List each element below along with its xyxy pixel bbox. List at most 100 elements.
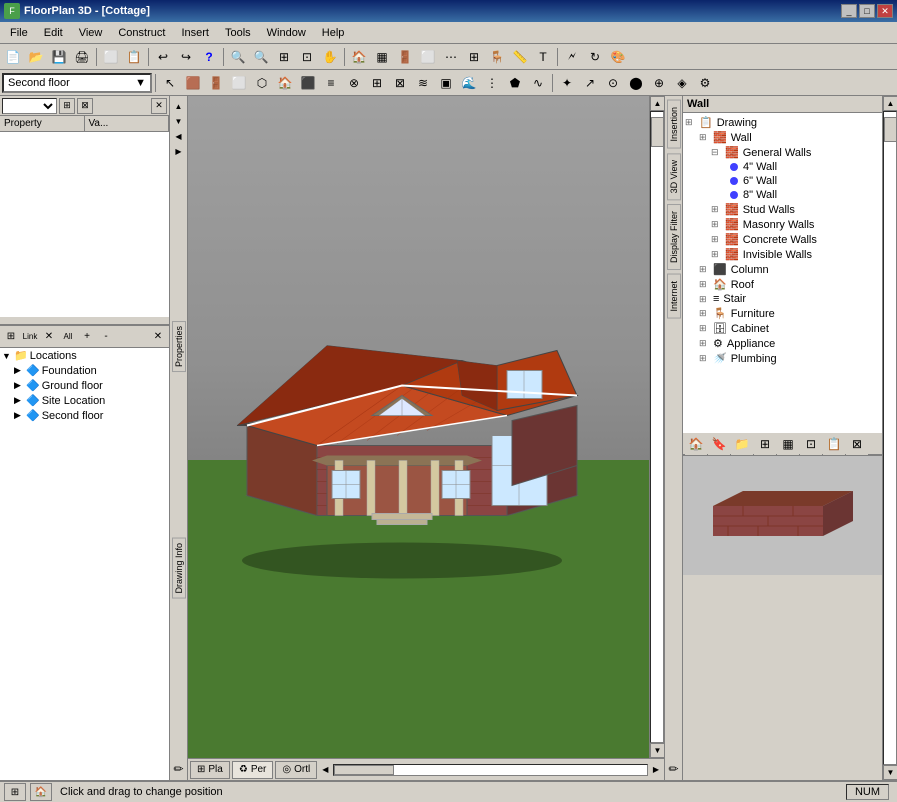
obj-plumbing[interactable]: ⊞ 🚿 Plumbing	[685, 351, 880, 366]
tree-link[interactable]: Link	[21, 328, 39, 346]
tool5[interactable]: 🌊	[458, 72, 480, 94]
obj-6wall[interactable]: 6" Wall	[685, 174, 880, 188]
prop-dropdown[interactable]	[2, 98, 57, 114]
door-button[interactable]: 🚪	[394, 46, 416, 68]
prop-btn2[interactable]: ⊠	[77, 98, 93, 114]
obj-concrete-walls[interactable]: ⊞ 🧱 Concrete Walls	[685, 232, 880, 247]
3d-view-button[interactable]: 🗲	[561, 46, 583, 68]
prev-btn4[interactable]: ⊞	[754, 433, 776, 455]
obj-masonry-walls[interactable]: ⊞ 🧱 Masonry Walls	[685, 217, 880, 232]
tool10[interactable]: ⊙	[602, 72, 624, 94]
plan-tab[interactable]: ⊞ Pla	[190, 761, 230, 779]
h-scroll-thumb[interactable]	[334, 765, 394, 775]
render-button[interactable]: ✦	[556, 72, 578, 94]
maximize-button[interactable]: □	[859, 4, 875, 18]
3dview-tab[interactable]: 3D View	[667, 153, 681, 200]
draw-icon[interactable]: ✏	[173, 762, 183, 776]
pan-button[interactable]: ✋	[319, 46, 341, 68]
tree-all[interactable]: All	[59, 328, 77, 346]
menu-tools[interactable]: Tools	[217, 25, 259, 41]
status-icon1[interactable]: ⊞	[4, 783, 26, 801]
column-button[interactable]: ⬛	[297, 72, 319, 94]
tool1[interactable]: ⊞	[366, 72, 388, 94]
tree-site[interactable]: ▶ 🔷 Site Location	[0, 393, 169, 408]
prev-btn3[interactable]: 📁	[731, 433, 753, 455]
tool7[interactable]: ⬟	[504, 72, 526, 94]
tool3[interactable]: ≋	[412, 72, 434, 94]
menu-edit[interactable]: Edit	[36, 25, 71, 41]
internet-tab[interactable]: Internet	[667, 274, 681, 319]
obj-4wall[interactable]: 4" Wall	[685, 160, 880, 174]
viewport-vscroll[interactable]: ▲ ▼	[649, 96, 664, 758]
furniture-button[interactable]: 🪑	[486, 46, 508, 68]
menu-construct[interactable]: Construct	[110, 25, 173, 41]
tree-second[interactable]: ▶ 🔷 Second floor	[0, 408, 169, 423]
tree-foundation[interactable]: ▶ 🔷 Foundation	[0, 363, 169, 378]
stair2-button[interactable]: ≡	[320, 72, 342, 94]
zoom-in-button[interactable]: 🔍	[227, 46, 249, 68]
tree-close[interactable]: ✕	[149, 328, 167, 346]
tool13[interactable]: ◈	[671, 72, 693, 94]
print-button[interactable]: 🖨	[71, 46, 93, 68]
save-button[interactable]: 💾	[48, 46, 70, 68]
vscroll-down[interactable]: ▼	[650, 743, 664, 758]
prev-btn6[interactable]: ⊡	[800, 433, 822, 455]
prev-btn5[interactable]: ▦	[777, 433, 799, 455]
right-draw-icon[interactable]: ✏	[668, 762, 678, 776]
house-icon[interactable]: 🏠	[348, 46, 370, 68]
obj-appliance[interactable]: ⊞ ⚙ Appliance	[685, 336, 880, 351]
tab-scroll-left[interactable]: ◀	[319, 765, 331, 774]
prev-btn1[interactable]: 🏠	[685, 433, 707, 455]
prev-btn8[interactable]: ⊠	[846, 433, 868, 455]
fixture-button[interactable]: ⊗	[343, 72, 365, 94]
tree-ground[interactable]: ▶ 🔷 Ground floor	[0, 378, 169, 393]
tree-delete[interactable]: ✕	[40, 328, 58, 346]
roof-button[interactable]: 🏠	[274, 72, 296, 94]
text-button[interactable]: T	[532, 46, 554, 68]
close-button[interactable]: ✕	[877, 4, 893, 18]
display-filter-tab[interactable]: Display Filter	[667, 204, 681, 270]
menu-insert[interactable]: Insert	[173, 25, 217, 41]
tool11[interactable]: ⬤	[625, 72, 647, 94]
left-arrow-left[interactable]: ▶	[175, 145, 181, 158]
status-icon2[interactable]: 🏠	[30, 783, 52, 801]
tree-pointer[interactable]: ⊞	[2, 328, 20, 346]
insertion-tab[interactable]: Insertion	[667, 100, 681, 149]
obj-stud-walls[interactable]: ⊞ 🧱 Stud Walls	[685, 202, 880, 217]
measure-button[interactable]: 📏	[509, 46, 531, 68]
cube-button[interactable]: 🟫	[182, 72, 204, 94]
rotate-button[interactable]: ↻	[584, 46, 606, 68]
left-arrow-up[interactable]: ▲	[175, 100, 183, 113]
obj-furniture[interactable]: ⊞ 🪑 Furniture	[685, 306, 880, 321]
tool14[interactable]: ⚙	[694, 72, 716, 94]
prop-btn1[interactable]: ⊞	[59, 98, 75, 114]
tool6[interactable]: ⋮	[481, 72, 503, 94]
obj-invisible-walls[interactable]: ⊞ 🧱 Invisible Walls	[685, 247, 880, 262]
minimize-button[interactable]: _	[841, 4, 857, 18]
obj-scroll-thumb[interactable]	[884, 117, 897, 142]
left-arrow-down[interactable]: ▼	[175, 115, 183, 128]
door2-button[interactable]: 🚪	[205, 72, 227, 94]
menu-file[interactable]: File	[2, 25, 36, 41]
tool2[interactable]: ⊠	[389, 72, 411, 94]
stair-button[interactable]: ⋯	[440, 46, 462, 68]
zoom-out-button[interactable]: 🔍	[250, 46, 272, 68]
select-button[interactable]: ↖	[159, 72, 181, 94]
tree-minus[interactable]: -	[97, 328, 115, 346]
tool9[interactable]: ↗	[579, 72, 601, 94]
properties-tab[interactable]: Properties	[172, 321, 186, 372]
vscroll-up[interactable]: ▲	[650, 96, 664, 111]
menu-view[interactable]: View	[71, 25, 111, 41]
new-button[interactable]: 📄	[2, 46, 24, 68]
viewport-canvas[interactable]: ▲ ▼	[188, 96, 664, 758]
obj-general-walls[interactable]: ⊟ 🧱 General Walls	[685, 145, 880, 160]
zoom-fit-button[interactable]: ⊞	[273, 46, 295, 68]
shape-button[interactable]: ⬡	[251, 72, 273, 94]
prop-close[interactable]: ✕	[151, 98, 167, 114]
open-button[interactable]: 📂	[25, 46, 47, 68]
obj-scroll-up[interactable]: ▲	[883, 96, 897, 111]
drawing-info-tab[interactable]: Drawing Info	[172, 538, 186, 599]
vscroll-thumb[interactable]	[651, 117, 664, 147]
obj-column[interactable]: ⊞ ⬛ Column	[685, 262, 880, 277]
wall-button[interactable]: ▦	[371, 46, 393, 68]
